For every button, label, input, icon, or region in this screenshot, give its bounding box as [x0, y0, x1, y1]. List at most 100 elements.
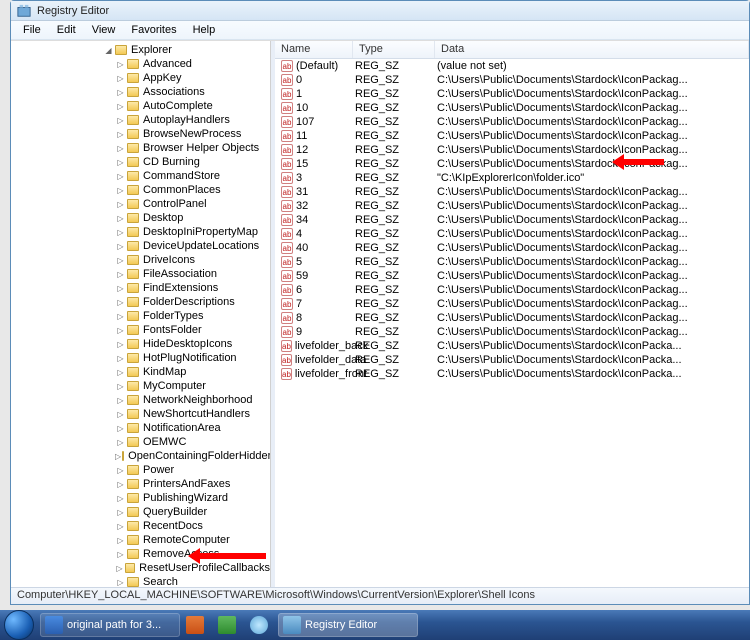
value-row[interactable]: ab15REG_SZC:\Users\Public\Documents\Star…: [275, 157, 749, 171]
tree-node[interactable]: ▷NewShortcutHandlers: [15, 407, 270, 421]
menu-edit[interactable]: Edit: [49, 22, 84, 38]
list-body[interactable]: ab(Default)REG_SZ(value not set)ab0REG_S…: [275, 59, 749, 587]
tree-node-explorer[interactable]: ◢ Explorer: [15, 43, 270, 57]
tree-node[interactable]: ▷Associations: [15, 85, 270, 99]
menu-favorites[interactable]: Favorites: [123, 22, 184, 38]
titlebar[interactable]: Registry Editor: [11, 1, 749, 21]
expand-icon[interactable]: ▷: [115, 143, 126, 154]
tree-node[interactable]: ▷Browser Helper Objects: [15, 141, 270, 155]
expand-icon[interactable]: ▷: [115, 409, 126, 420]
tree-node[interactable]: ▷FontsFolder: [15, 323, 270, 337]
tree-node[interactable]: ▷PrintersAndFaxes: [15, 477, 270, 491]
column-data[interactable]: Data: [435, 41, 749, 58]
expand-icon[interactable]: ▷: [115, 353, 126, 364]
menu-help[interactable]: Help: [185, 22, 224, 38]
value-row[interactable]: ab107REG_SZC:\Users\Public\Documents\Sta…: [275, 115, 749, 129]
value-row[interactable]: ab0REG_SZC:\Users\Public\Documents\Stard…: [275, 73, 749, 87]
expand-icon[interactable]: ▷: [115, 521, 126, 532]
value-row[interactable]: ab34REG_SZC:\Users\Public\Documents\Star…: [275, 213, 749, 227]
value-row[interactable]: ablivefolder_backREG_SZC:\Users\Public\D…: [275, 339, 749, 353]
expand-icon[interactable]: ▷: [115, 367, 126, 378]
tree-node[interactable]: ▷DeviceUpdateLocations: [15, 239, 270, 253]
expand-icon[interactable]: ▷: [115, 59, 126, 70]
tree-node[interactable]: ▷RemoteComputer: [15, 533, 270, 547]
expand-icon[interactable]: ▷: [115, 465, 126, 476]
value-row[interactable]: ab12REG_SZC:\Users\Public\Documents\Star…: [275, 143, 749, 157]
tree-node[interactable]: ▷FindExtensions: [15, 281, 270, 295]
value-row[interactable]: ab5REG_SZC:\Users\Public\Documents\Stard…: [275, 255, 749, 269]
expand-icon[interactable]: ▷: [115, 199, 126, 210]
tree-node[interactable]: ▷OpenContainingFolderHiddenList: [15, 449, 270, 463]
expand-icon[interactable]: ▷: [115, 171, 126, 182]
value-row[interactable]: ab11REG_SZC:\Users\Public\Documents\Star…: [275, 129, 749, 143]
taskbar[interactable]: original path for 3... Registry Editor: [0, 610, 750, 640]
expand-icon[interactable]: ▷: [115, 535, 126, 546]
tree-node[interactable]: ▷AutoComplete: [15, 99, 270, 113]
tree-node[interactable]: ▷DesktopIniPropertyMap: [15, 225, 270, 239]
expand-icon[interactable]: ▷: [115, 73, 126, 84]
expand-icon[interactable]: ▷: [115, 101, 126, 112]
tree-node[interactable]: ▷CommandStore: [15, 169, 270, 183]
tree-node[interactable]: ▷DriveIcons: [15, 253, 270, 267]
expand-icon[interactable]: ▷: [115, 297, 126, 308]
value-row[interactable]: ablivefolder_dataREG_SZC:\Users\Public\D…: [275, 353, 749, 367]
collapse-icon[interactable]: ◢: [103, 45, 114, 56]
tree-node[interactable]: ▷AutoplayHandlers: [15, 113, 270, 127]
tree-node[interactable]: ▷BrowseNewProcess: [15, 127, 270, 141]
tree-node[interactable]: ▷NotificationArea: [15, 421, 270, 435]
tree-node[interactable]: ▷FolderDescriptions: [15, 295, 270, 309]
value-row[interactable]: ab9REG_SZC:\Users\Public\Documents\Stard…: [275, 325, 749, 339]
tree-node[interactable]: ▷KindMap: [15, 365, 270, 379]
tree-node[interactable]: ▷RecentDocs: [15, 519, 270, 533]
value-row[interactable]: ab59REG_SZC:\Users\Public\Documents\Star…: [275, 269, 749, 283]
tree-node[interactable]: ▷AppKey: [15, 71, 270, 85]
expand-icon[interactable]: ▷: [115, 241, 126, 252]
tree-node[interactable]: ▷NetworkNeighborhood: [15, 393, 270, 407]
value-row[interactable]: ab4REG_SZC:\Users\Public\Documents\Stard…: [275, 227, 749, 241]
value-row[interactable]: ab8REG_SZC:\Users\Public\Documents\Stard…: [275, 311, 749, 325]
expand-icon[interactable]: ▷: [115, 423, 126, 434]
expand-icon[interactable]: ▷: [115, 325, 126, 336]
taskbar-regedit[interactable]: Registry Editor: [278, 613, 418, 637]
tree-node[interactable]: ▷MyComputer: [15, 379, 270, 393]
taskbar-excel[interactable]: [214, 613, 244, 637]
expand-icon[interactable]: ▷: [115, 577, 126, 588]
expand-icon[interactable]: ▷: [115, 185, 126, 196]
value-row[interactable]: ab(Default)REG_SZ(value not set): [275, 59, 749, 73]
expand-icon[interactable]: ▷: [115, 339, 126, 350]
tree-node[interactable]: ▷ControlPanel: [15, 197, 270, 211]
tree-node[interactable]: ▷HideDesktopIcons: [15, 337, 270, 351]
value-row[interactable]: ab32REG_SZC:\Users\Public\Documents\Star…: [275, 199, 749, 213]
expand-icon[interactable]: ▷: [115, 129, 126, 140]
tree-node[interactable]: ▷HotPlugNotification: [15, 351, 270, 365]
taskbar-itunes[interactable]: [246, 613, 276, 637]
taskbar-word[interactable]: original path for 3...: [40, 613, 180, 637]
tree-node[interactable]: ▷OEMWC: [15, 435, 270, 449]
expand-icon[interactable]: ▷: [115, 563, 124, 574]
expand-icon[interactable]: ▷: [115, 451, 121, 462]
expand-icon[interactable]: ▷: [115, 479, 126, 490]
expand-icon[interactable]: ▷: [115, 549, 126, 560]
column-type[interactable]: Type: [353, 41, 435, 58]
value-row[interactable]: ab3REG_SZ"C:\KIpExplorerIcon\folder.ico": [275, 171, 749, 185]
expand-icon[interactable]: ▷: [115, 157, 126, 168]
tree-pane[interactable]: ◢ Explorer ▷Advanced▷AppKey▷Associations…: [11, 41, 271, 587]
expand-icon[interactable]: ▷: [115, 507, 126, 518]
expand-icon[interactable]: ▷: [115, 311, 126, 322]
menu-file[interactable]: File: [15, 22, 49, 38]
expand-icon[interactable]: ▷: [115, 115, 126, 126]
expand-icon[interactable]: ▷: [115, 381, 126, 392]
value-row[interactable]: ab10REG_SZC:\Users\Public\Documents\Star…: [275, 101, 749, 115]
tree-node[interactable]: ▷FileAssociation: [15, 267, 270, 281]
tree-node[interactable]: ▷Advanced: [15, 57, 270, 71]
expand-icon[interactable]: ▷: [115, 283, 126, 294]
expand-icon[interactable]: ▷: [115, 227, 126, 238]
tree-node[interactable]: ▷CommonPlaces: [15, 183, 270, 197]
tree-node[interactable]: ▷PublishingWizard: [15, 491, 270, 505]
expand-icon[interactable]: ▷: [115, 213, 126, 224]
tree-node[interactable]: ▷Power: [15, 463, 270, 477]
value-row[interactable]: ab31REG_SZC:\Users\Public\Documents\Star…: [275, 185, 749, 199]
tree-node[interactable]: ▷Search: [15, 575, 270, 587]
expand-icon[interactable]: ▷: [115, 269, 126, 280]
expand-icon[interactable]: ▷: [115, 255, 126, 266]
